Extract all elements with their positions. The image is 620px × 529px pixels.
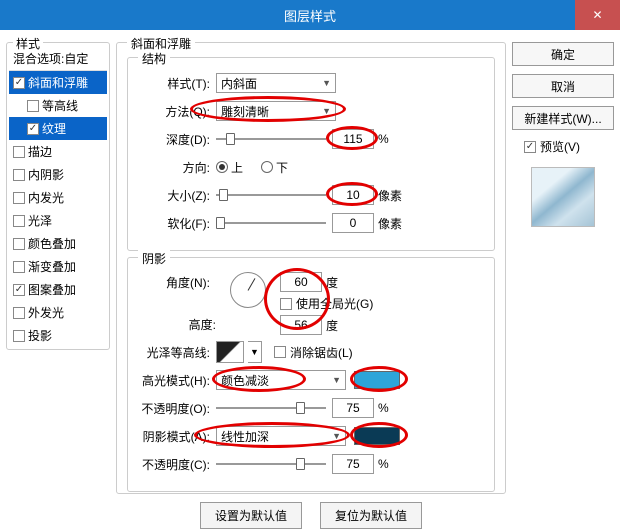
- soften-label: 软化(F):: [138, 215, 210, 232]
- styles-list: 混合选项:自定 ✓斜面和浮雕等高线✓纹理描边内阴影内发光光泽颜色叠加渐变叠加✓图…: [9, 47, 107, 347]
- highlight-mode-select[interactable]: 颜色减淡▼: [216, 370, 346, 390]
- shadow-color-swatch[interactable]: [354, 427, 400, 445]
- style-item-label: 图案叠加: [28, 281, 76, 298]
- highlight-mode-label: 高光模式(H):: [138, 372, 210, 389]
- style-item-label: 内阴影: [28, 166, 64, 183]
- chevron-down-icon: ▼: [322, 106, 331, 116]
- shadow-opacity-input[interactable]: 75: [332, 454, 374, 474]
- angle-dial[interactable]: [230, 272, 266, 308]
- style-item-0[interactable]: ✓斜面和浮雕: [9, 71, 107, 94]
- technique-label: 方法(Q):: [138, 103, 210, 120]
- altitude-input[interactable]: 56: [280, 315, 322, 335]
- style-checkbox[interactable]: [13, 215, 25, 227]
- highlight-opacity-input[interactable]: 75: [332, 398, 374, 418]
- style-item-label: 颜色叠加: [28, 235, 76, 252]
- style-item-label: 等高线: [42, 97, 78, 114]
- shadow-opacity-label: 不透明度(C):: [138, 456, 210, 473]
- style-item-10[interactable]: 外发光: [9, 301, 107, 324]
- style-item-7[interactable]: 颜色叠加: [9, 232, 107, 255]
- cancel-button[interactable]: 取消: [512, 74, 614, 98]
- style-checkbox[interactable]: [13, 307, 25, 319]
- style-item-5[interactable]: 内发光: [9, 186, 107, 209]
- soften-input[interactable]: 0: [332, 213, 374, 233]
- style-checkbox[interactable]: ✓: [13, 284, 25, 296]
- style-item-9[interactable]: ✓图案叠加: [9, 278, 107, 301]
- style-item-8[interactable]: 渐变叠加: [9, 255, 107, 278]
- style-checkbox[interactable]: [13, 192, 25, 204]
- chevron-down-icon: ▼: [332, 431, 341, 441]
- highlight-opacity-label: 不透明度(O):: [138, 400, 210, 417]
- style-checkbox[interactable]: [13, 169, 25, 181]
- direction-up-radio[interactable]: [216, 161, 228, 173]
- style-item-11[interactable]: 投影: [9, 324, 107, 347]
- shading-legend: 阴影: [138, 250, 170, 267]
- style-item-label: 纹理: [42, 120, 66, 137]
- style-item-4[interactable]: 内阴影: [9, 163, 107, 186]
- close-button[interactable]: ✕: [575, 0, 620, 30]
- style-checkbox[interactable]: [13, 238, 25, 250]
- altitude-label: 高度:: [144, 316, 216, 333]
- close-icon: ✕: [592, 8, 602, 22]
- global-light-checkbox[interactable]: [280, 298, 292, 310]
- depth-input[interactable]: 115: [332, 129, 374, 149]
- preview-checkbox[interactable]: ✓: [524, 141, 536, 153]
- style-item-label: 外发光: [28, 304, 64, 321]
- make-default-button[interactable]: 设置为默认值: [200, 502, 302, 529]
- style-checkbox[interactable]: [27, 100, 39, 112]
- style-checkbox[interactable]: [13, 146, 25, 158]
- style-item-label: 内发光: [28, 189, 64, 206]
- style-checkbox[interactable]: [13, 330, 25, 342]
- size-label: 大小(Z):: [138, 187, 210, 204]
- style-item-label: 斜面和浮雕: [28, 74, 88, 91]
- gloss-contour-picker[interactable]: [216, 341, 244, 363]
- chevron-down-icon: ▼: [322, 78, 331, 88]
- style-label: 样式(T):: [138, 75, 210, 92]
- preview-label: 预览(V): [540, 138, 580, 155]
- titlebar: 图层样式 ✕: [0, 0, 620, 30]
- structure-fieldset: 结构 样式(T): 内斜面▼ 方法(Q): 雕刻清晰▼ 深度(D):: [127, 57, 495, 251]
- style-item-2[interactable]: ✓纹理: [9, 117, 107, 140]
- highlight-opacity-slider[interactable]: [216, 399, 326, 417]
- depth-slider[interactable]: [216, 130, 326, 148]
- window-title: 图层样式: [284, 6, 336, 25]
- gloss-label: 光泽等高线:: [138, 344, 210, 361]
- style-item-label: 渐变叠加: [28, 258, 76, 275]
- shadow-opacity-slider[interactable]: [216, 455, 326, 473]
- gloss-contour-arrow[interactable]: ▼: [248, 341, 262, 363]
- size-input[interactable]: 10: [332, 185, 374, 205]
- angle-label: 角度(N):: [138, 272, 210, 291]
- new-style-button[interactable]: 新建样式(W)...: [512, 106, 614, 130]
- style-item-6[interactable]: 光泽: [9, 209, 107, 232]
- structure-legend: 结构: [138, 50, 170, 67]
- soften-slider[interactable]: [216, 214, 326, 232]
- reset-default-button[interactable]: 复位为默认值: [320, 502, 422, 529]
- shadow-mode-select[interactable]: 线性加深▼: [216, 426, 346, 446]
- styles-group: 样式 混合选项:自定 ✓斜面和浮雕等高线✓纹理描边内阴影内发光光泽颜色叠加渐变叠…: [6, 42, 110, 350]
- angle-input[interactable]: 60: [280, 272, 322, 292]
- style-item-label: 投影: [28, 327, 52, 344]
- style-item-label: 描边: [28, 143, 52, 160]
- chevron-down-icon: ▼: [332, 375, 341, 385]
- size-slider[interactable]: [216, 186, 326, 204]
- preview-thumbnail: [531, 167, 595, 227]
- shading-fieldset: 阴影 角度(N): 60 度 使用全局光(G): [127, 257, 495, 492]
- style-item-1[interactable]: 等高线: [9, 94, 107, 117]
- style-checkbox[interactable]: ✓: [13, 77, 25, 89]
- direction-down-radio[interactable]: [261, 161, 273, 173]
- bevel-fieldset: 斜面和浮雕 结构 样式(T): 内斜面▼ 方法(Q): 雕刻清晰▼: [116, 42, 506, 494]
- style-checkbox[interactable]: [13, 261, 25, 273]
- styles-group-label: 样式: [13, 35, 43, 52]
- direction-label: 方向:: [138, 159, 210, 176]
- ok-button[interactable]: 确定: [512, 42, 614, 66]
- style-checkbox[interactable]: ✓: [27, 123, 39, 135]
- depth-label: 深度(D):: [138, 131, 210, 148]
- style-item-3[interactable]: 描边: [9, 140, 107, 163]
- shadow-mode-label: 阴影模式(A):: [138, 428, 210, 445]
- style-item-label: 光泽: [28, 212, 52, 229]
- technique-select[interactable]: 雕刻清晰▼: [216, 101, 336, 121]
- highlight-color-swatch[interactable]: [354, 371, 400, 389]
- style-select[interactable]: 内斜面▼: [216, 73, 336, 93]
- antialias-checkbox[interactable]: [274, 346, 286, 358]
